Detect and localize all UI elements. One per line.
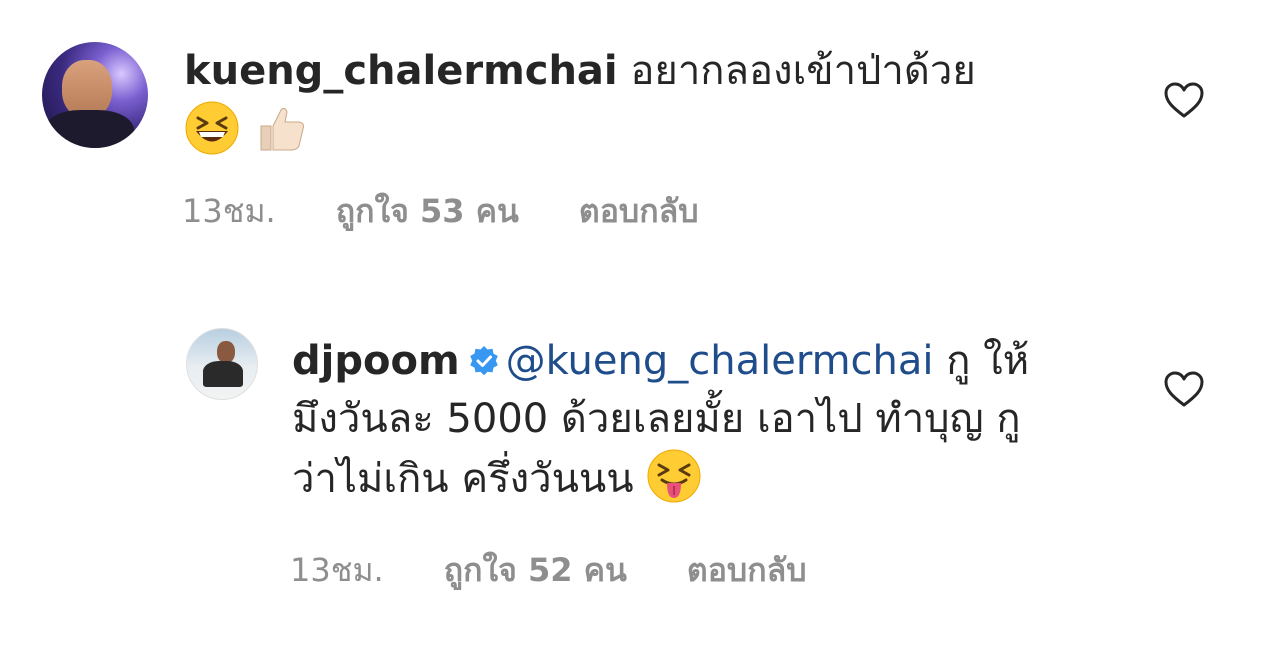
comment-time: 13ชม. (290, 551, 384, 589)
comment-username[interactable]: kueng_chalermchai (184, 48, 618, 94)
comment-meta: 13ชม. ถูกใจ 53 คน ตอบกลับ (182, 186, 759, 237)
grinning-squinting-face-icon (185, 101, 239, 155)
like-count-button[interactable]: ถูกใจ 52 คน (444, 551, 627, 589)
avatar[interactable] (186, 328, 258, 400)
comment-meta: 13ชม. ถูกใจ 52 คน ตอบกลับ (290, 545, 867, 596)
squinting-face-with-tongue-icon (647, 449, 701, 503)
comment-username[interactable]: djpoom (292, 338, 460, 384)
avatar-body (44, 110, 134, 148)
thumbs-up-icon (260, 107, 304, 151)
avatar[interactable] (42, 42, 148, 148)
heart-icon[interactable] (1162, 80, 1206, 120)
verified-badge-icon (469, 346, 498, 376)
comment-text-block: djpoom @kueng_chalermchai กู ให้มึงวันละ… (292, 332, 1052, 508)
like-count-button[interactable]: ถูกใจ 53 คน (336, 192, 519, 230)
reply-button[interactable]: ตอบกลับ (579, 192, 699, 230)
comment-time: 13ชม. (182, 192, 276, 230)
reply-button[interactable]: ตอบกลับ (687, 551, 807, 589)
avatar-body (203, 361, 243, 387)
mention-link[interactable]: @kueng_chalermchai (506, 338, 934, 384)
heart-icon[interactable] (1162, 369, 1206, 409)
avatar-head (217, 341, 235, 363)
comment-body: อยากลองเข้าป่าด้วย (630, 48, 976, 94)
comment-text-block: kueng_chalermchai อยากลองเข้าป่าด้วย (184, 42, 1084, 160)
